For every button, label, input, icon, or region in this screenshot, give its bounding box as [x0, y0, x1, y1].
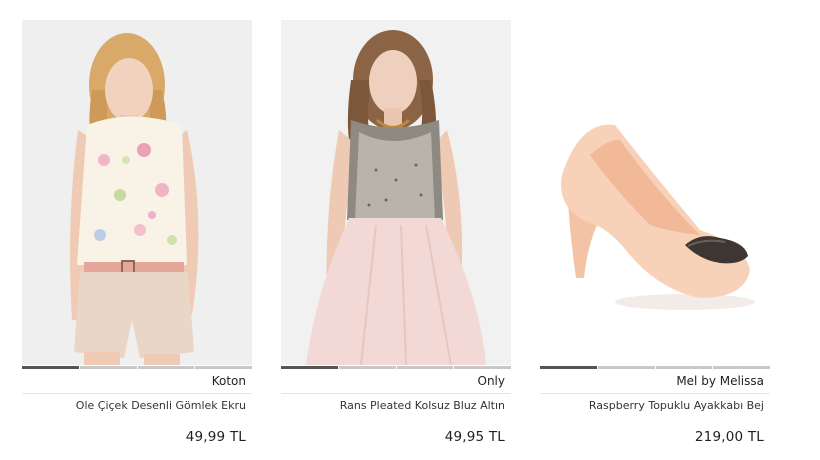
image-slide-indicator[interactable] — [540, 366, 770, 369]
product-price: 49,95 TL — [444, 429, 505, 445]
product-photo-top[interactable] — [281, 20, 511, 365]
product-photo-shoe[interactable] — [540, 20, 770, 365]
product-image — [22, 20, 252, 365]
product-name[interactable]: Ole Çiçek Desenli Gömlek Ekru — [22, 399, 252, 412]
product-card[interactable]: Mel by Melissa Raspberry Topuklu Ayakkab… — [540, 20, 770, 445]
product-brand[interactable]: Only — [281, 369, 511, 394]
product-image — [540, 20, 770, 365]
product-card[interactable]: Koton Ole Çiçek Desenli Gömlek Ekru 49,9… — [22, 20, 252, 445]
product-name[interactable]: Raspberry Topuklu Ayakkabı Bej — [540, 399, 770, 412]
product-image — [281, 20, 511, 365]
product-brand[interactable]: Mel by Melissa — [540, 369, 770, 394]
product-price: 219,00 TL — [694, 429, 764, 445]
product-brand[interactable]: Koton — [22, 369, 252, 394]
product-photo-blouse[interactable] — [22, 20, 252, 365]
product-price: 49,99 TL — [185, 429, 246, 445]
product-name[interactable]: Rans Pleated Kolsuz Bluz Altın — [281, 399, 511, 412]
image-slide-indicator[interactable] — [22, 366, 252, 369]
image-slide-indicator[interactable] — [281, 366, 511, 369]
product-card[interactable]: Only Rans Pleated Kolsuz Bluz Altın 49,9… — [281, 20, 511, 445]
